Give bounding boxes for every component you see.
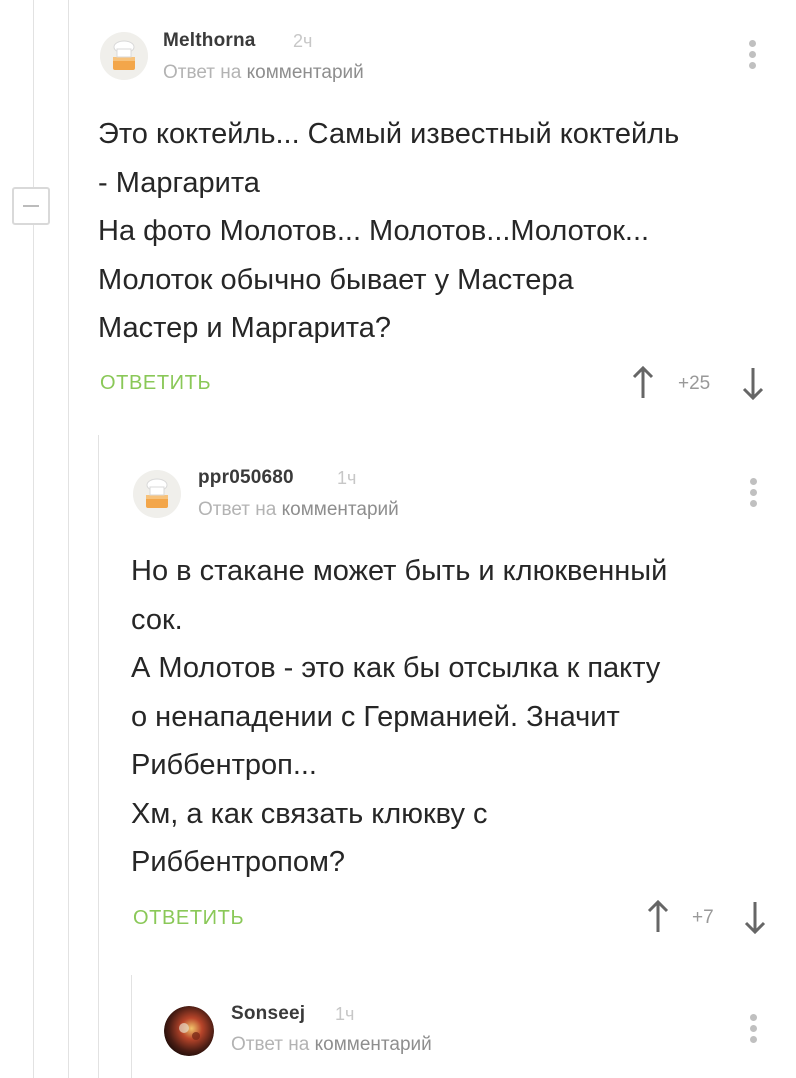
vertical-dots-icon[interactable] xyxy=(746,1014,760,1052)
timestamp: 1ч xyxy=(335,1004,355,1024)
reply-to-link[interactable]: комментарий xyxy=(315,1034,432,1055)
reply-to-prefix: Ответ на xyxy=(231,1034,310,1055)
comment-3: Sonseej 1ч Ответ на комментарий xyxy=(0,0,796,1078)
avatar[interactable] xyxy=(164,1006,214,1056)
user-photo-icon xyxy=(164,1006,214,1056)
reply-to-line: Ответ на комментарий xyxy=(231,1034,432,1056)
username[interactable]: Sonseej xyxy=(231,1003,305,1025)
